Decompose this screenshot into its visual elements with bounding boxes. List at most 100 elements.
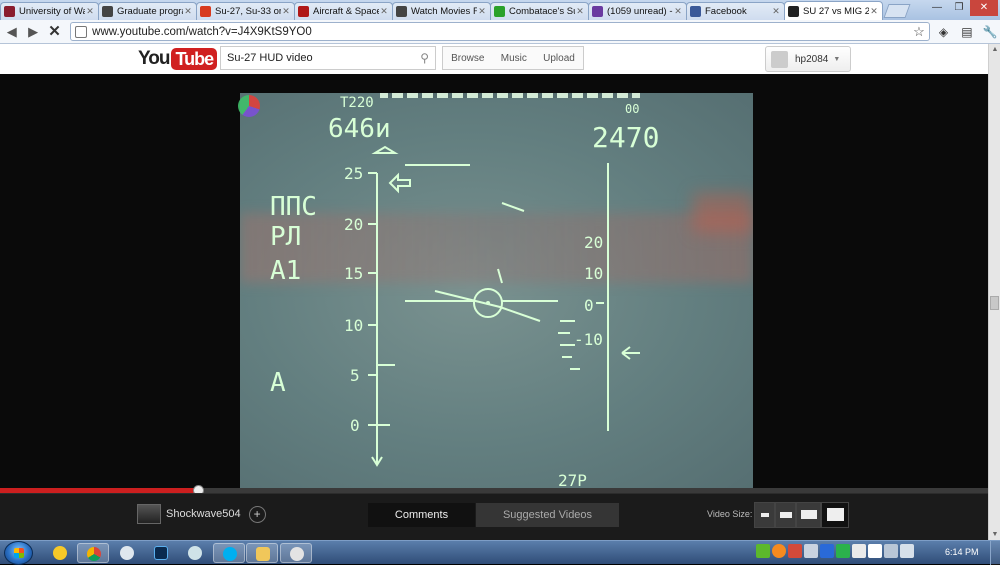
tray-flag-icon[interactable]: [868, 544, 882, 558]
hud-right-scale: 20 10 0 -10: [574, 233, 604, 349]
uploader-info[interactable]: Shockwave504 +: [137, 504, 266, 524]
tray-volume-icon[interactable]: [900, 544, 914, 558]
scale-tick-label: 5: [350, 366, 360, 385]
video-size-medium-button[interactable]: [775, 502, 796, 528]
address-bar[interactable]: www.youtube.com/watch?v=J4X9KtS9YO0 ☆: [70, 22, 930, 41]
tab-title: University of Wa: [19, 6, 85, 17]
video-size-label: Video Size:: [707, 509, 753, 519]
search-value: Su-27 HUD video: [227, 52, 313, 64]
uploader-avatar[interactable]: [137, 504, 161, 524]
web-icon: [102, 6, 113, 17]
nav-upload[interactable]: Upload: [543, 53, 575, 64]
tab-close-icon[interactable]: ✕: [673, 6, 683, 17]
wrench-icon[interactable]: 🔧: [981, 22, 1000, 42]
taskbar-skype-icon[interactable]: [213, 543, 245, 563]
close-window-icon[interactable]: ✕: [970, 0, 998, 16]
address-url[interactable]: www.youtube.com/watch?v=J4X9KtS9YO0: [92, 26, 913, 38]
tab-title: (1059 unread) -: [607, 6, 673, 17]
tray-alert-icon[interactable]: [788, 544, 802, 558]
loading-icon: [788, 5, 799, 17]
browser-tab[interactable]: SU 27 vs MIG 29 ✕: [784, 1, 883, 20]
tray-network-app-icon[interactable]: [820, 544, 834, 558]
user-menu-button[interactable]: hp2084 ▼: [765, 46, 851, 72]
video-size-large-button[interactable]: [796, 502, 821, 528]
tab-close-icon[interactable]: ✕: [575, 6, 585, 17]
tray-shield-icon[interactable]: [836, 544, 850, 558]
video-frame[interactable]: T220 00 646и 2470 ППС РЛ А1 А 25 20 15 1…: [240, 93, 753, 488]
facebook-icon: [690, 6, 701, 17]
search-input[interactable]: Su-27 HUD video ⚲: [220, 46, 436, 70]
fullscreen-button[interactable]: [821, 502, 849, 528]
minimize-icon[interactable]: —: [926, 0, 948, 16]
browser-tab[interactable]: Aircraft & Space ✕: [294, 2, 393, 20]
page-scrollbar[interactable]: ▲ ▼: [988, 44, 1000, 540]
scroll-down-icon[interactable]: ▼: [990, 531, 1000, 538]
mail-icon: [592, 6, 603, 17]
browser-tab[interactable]: Graduate progra ✕: [98, 2, 197, 20]
tray-network-icon[interactable]: [884, 544, 898, 558]
hud-speed: 646и: [328, 114, 391, 144]
nav-music[interactable]: Music: [501, 53, 527, 64]
system-tray: [756, 544, 916, 558]
maximize-icon[interactable]: ❐: [948, 0, 970, 16]
site-icon: [298, 6, 309, 17]
taskbar-photoshop-icon[interactable]: [145, 543, 177, 563]
bookmark-star-icon[interactable]: ☆: [913, 24, 925, 40]
stop-loading-icon[interactable]: ✕: [45, 22, 64, 42]
taskbar-app-icon[interactable]: [111, 543, 143, 563]
tab-suggested-videos[interactable]: Suggested Videos: [476, 503, 619, 527]
youtube-logo[interactable]: You Tube: [138, 47, 218, 71]
tab-close-icon[interactable]: ✕: [477, 6, 487, 17]
tab-close-icon[interactable]: ✕: [281, 6, 291, 17]
search-icon[interactable]: ⚲: [420, 51, 429, 65]
tab-close-icon[interactable]: ✕: [183, 6, 193, 17]
taskbar-chrome-icon[interactable]: [77, 543, 109, 563]
subscribe-button[interactable]: +: [248, 505, 266, 523]
taskbar-explorer-icon[interactable]: [246, 543, 278, 563]
tab-title: Facebook: [705, 6, 747, 17]
browser-tab[interactable]: Su-27, Su-33 or ✕: [196, 2, 295, 20]
tray-tools-icon[interactable]: [852, 544, 866, 558]
hud-reticle: [405, 202, 580, 370]
browser-tab[interactable]: (1059 unread) - ✕: [588, 2, 687, 20]
taskbar-messenger-icon[interactable]: [44, 543, 76, 563]
new-tab-button[interactable]: [883, 4, 911, 18]
windows-taskbar: 6:14 PM: [0, 540, 1000, 565]
hud-altitude: 2470: [592, 121, 659, 154]
browser-tab[interactable]: Combatace's Su ✕: [490, 2, 589, 20]
scrollbar-thumb[interactable]: [990, 296, 999, 310]
hud-mode-3: А1: [270, 256, 301, 286]
tab-close-icon[interactable]: ✕: [379, 6, 389, 17]
window-controls: — ❐ ✕: [926, 0, 998, 16]
show-desktop-button[interactable]: [990, 541, 1000, 565]
page-menu-icon[interactable]: ▤: [957, 22, 976, 42]
back-arrow-icon[interactable]: ◀: [2, 22, 21, 42]
scroll-up-icon[interactable]: ▲: [990, 46, 1000, 53]
tab-close-icon[interactable]: ✕: [869, 6, 879, 17]
taskbar-program-icon[interactable]: [280, 543, 312, 563]
uploader-name[interactable]: Shockwave504: [166, 508, 241, 520]
forward-arrow-icon[interactable]: ▶: [23, 22, 42, 42]
tray-app-icon[interactable]: [756, 544, 770, 558]
browser-tab[interactable]: Watch Movies F ✕: [392, 2, 491, 20]
hud-overlay: T220 00 646и 2470 ППС РЛ А1 А 25 20 15 1…: [270, 93, 659, 488]
tray-display-icon[interactable]: [804, 544, 818, 558]
taskbar-clock[interactable]: 6:14 PM: [945, 547, 979, 557]
tab-comments[interactable]: Comments: [368, 503, 475, 527]
hud-top-right: 00: [625, 102, 639, 116]
tab-title: Aircraft & Space: [313, 6, 379, 17]
hud-mode-1: ППС: [270, 192, 317, 222]
tab-close-icon[interactable]: ✕: [85, 6, 95, 17]
extension-icon[interactable]: ◈: [934, 22, 953, 42]
nav-browse[interactable]: Browse: [451, 53, 484, 64]
avatar: [771, 50, 788, 68]
taskbar-app2-icon[interactable]: [179, 543, 211, 563]
browser-tab[interactable]: University of Wa ✕: [0, 2, 99, 20]
tray-app2-icon[interactable]: [772, 544, 786, 558]
tab-close-icon[interactable]: ✕: [771, 6, 781, 17]
start-button[interactable]: [4, 541, 33, 565]
hud-heading: T220: [340, 95, 374, 111]
video-size-small-button[interactable]: [754, 502, 775, 528]
tab-strip: University of Wa ✕ Graduate progra ✕ Su-27, …: [0, 0, 1000, 20]
browser-tab[interactable]: Facebook ✕: [686, 2, 785, 20]
